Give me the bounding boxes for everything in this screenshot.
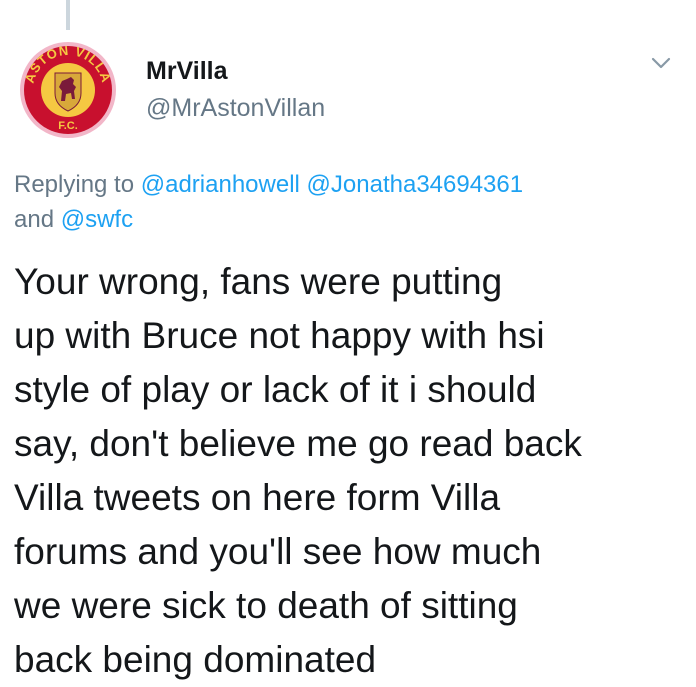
tweet-text-line: Your wrong, fans were putting xyxy=(14,261,503,302)
tweet-text-line: say, don't believe me go read back xyxy=(14,423,582,464)
tweet-text-line: back being dominated xyxy=(14,639,377,680)
mention-link-jonatha34694361[interactable]: @Jonatha34694361 xyxy=(307,171,524,198)
thread-connector-line xyxy=(66,0,70,30)
tweet-text-line: forums and you'll see how much xyxy=(14,531,542,572)
tweet-menu-button[interactable] xyxy=(650,52,672,74)
reply-context: Replying to @adrianhowell @Jonatha346943… xyxy=(14,167,674,237)
tweet-text-line: style of play or lack of it i should xyxy=(14,369,537,410)
mention-link-swfc[interactable]: @swfc xyxy=(61,206,133,233)
and-label: and xyxy=(14,206,55,233)
chevron-down-icon xyxy=(651,57,671,69)
aston-villa-crest-icon: ASTON VILLA F.C. xyxy=(20,42,116,138)
tweet-text-line: Villa tweets on here form Villa xyxy=(14,477,501,518)
avatar[interactable]: ASTON VILLA F.C. xyxy=(19,41,117,139)
user-handle[interactable]: @MrAstonVillan xyxy=(146,93,325,123)
tweet-text-line: up with Bruce not happy with hsi xyxy=(14,315,545,356)
badge-bottom-text: F.C. xyxy=(58,120,78,132)
replying-to-label: Replying to xyxy=(14,171,135,198)
tweet-text: Your wrong, fans were putting up with Br… xyxy=(14,255,686,687)
display-name[interactable]: MrVilla xyxy=(146,56,228,86)
mention-link-adrianhowell[interactable]: @adrianhowell xyxy=(141,171,300,198)
tweet-text-line: we were sick to death of sitting xyxy=(14,585,518,626)
